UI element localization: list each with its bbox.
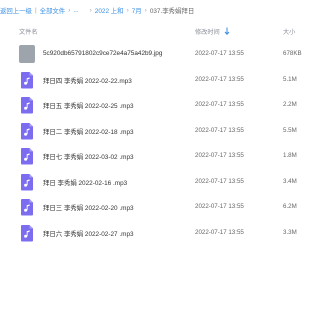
file-row[interactable]: 拜日 李秀娟 2022-02-16 .mp3 2022-07-17 13:55 3.…: [0, 170, 326, 194]
file-size: 3.3M: [283, 228, 297, 236]
file-size: 5.1M: [283, 75, 297, 83]
sort-down-icon[interactable]: [224, 27, 230, 35]
file-name[interactable]: 拜日三 李秀娟 2022-02-20 .mp3: [43, 203, 134, 212]
breadcrumb-divider: |: [34, 6, 37, 14]
file-row[interactable]: 拜日四 李秀娟 2022-02-22.mp3 2022-07-17 13:55 5.…: [0, 68, 326, 92]
audio-file-icon: [21, 97, 33, 114]
file-modified-time: 2022-07-17 13:55: [195, 152, 244, 159]
breadcrumb-separator: ›: [126, 6, 129, 14]
file-name[interactable]: 拜日四 李秀娟 2022-02-22.mp3: [43, 76, 132, 85]
file-name[interactable]: 拜日六 李秀娟 2022-02-27 .mp3: [43, 229, 134, 238]
file-size: 6.2M: [283, 203, 297, 210]
breadcrumb-separator: ›: [68, 6, 71, 14]
file-modified-time: 2022-07-17 13:55: [195, 177, 244, 185]
file-modified-time: 2022-07-17 13:55: [195, 101, 244, 108]
file-size: 1.8M: [283, 152, 297, 159]
audio-file-icon: [21, 224, 33, 241]
breadcrumb: 返回上一级 | 全部文件 › ... › 2022 上和 › 7月 › 037.…: [0, 4, 326, 16]
audio-file-icon: [21, 199, 33, 216]
file-size: 5.5M: [283, 126, 297, 134]
file-name[interactable]: 拜日五 李秀娟 2022-02-25 .mp3: [43, 101, 134, 110]
file-row[interactable]: image-thumbnail 5c920db65791802c9ce72e4a7…: [0, 42, 326, 66]
file-row[interactable]: 拜日五 李秀娟 2022-02-25 .mp3 2022-07-17 13:55 2…: [0, 93, 326, 117]
file-modified-time: 2022-07-17 13:55: [195, 228, 244, 236]
file-name[interactable]: 拜日七 李秀娟 2022-03-02 .mp3: [43, 152, 134, 161]
column-header-name[interactable]: 文件名: [19, 27, 38, 36]
file-name[interactable]: 5c920db65791802c9ce72e4a75a42b9.jpg: [43, 50, 162, 57]
image-thumbnail-icon: image-thumbnail: [19, 45, 35, 63]
file-list-header: 文件名 修改时间 大小: [0, 24, 326, 38]
breadcrumb-current-folder: 037.李秀娟拜日: [149, 7, 195, 15]
breadcrumb-year-folder[interactable]: 2022 上和: [95, 6, 124, 15]
file-row[interactable]: 拜日二 李秀娟 2022-02-18 .mp3 2022-07-17 13:55 5…: [0, 119, 326, 143]
audio-file-icon: [21, 71, 33, 88]
file-name[interactable]: 拜日 李秀娟 2022-02-16 .mp3: [43, 178, 127, 187]
breadcrumb-month-folder[interactable]: 7月: [132, 6, 142, 15]
audio-file-icon: [21, 173, 33, 190]
column-header-modified[interactable]: 修改时间: [195, 27, 220, 36]
breadcrumb-ellipsis[interactable]: ...: [73, 7, 78, 14]
file-modified-time: 2022-07-17 13:55: [195, 126, 244, 134]
file-modified-time: 2022-07-17 13:55: [195, 203, 244, 210]
file-modified-time: 2022-07-17 13:55: [195, 75, 244, 83]
file-name[interactable]: 拜日二 李秀娟 2022-02-18 .mp3: [43, 127, 134, 136]
file-size: 2.2M: [283, 101, 297, 108]
file-row[interactable]: 拜日三 李秀娟 2022-02-20 .mp3 2022-07-17 13:55 6…: [0, 195, 326, 219]
breadcrumb-separator: ›: [89, 6, 92, 14]
column-header-size[interactable]: 大小: [283, 27, 295, 36]
audio-file-icon: [21, 148, 33, 165]
file-size: 3.4M: [283, 177, 297, 185]
file-row[interactable]: 拜日六 李秀娟 2022-02-27 .mp3 2022-07-17 13:55 3…: [0, 221, 326, 245]
file-modified-time: 2022-07-17 13:55: [195, 50, 244, 57]
breadcrumb-separator: ›: [144, 6, 147, 14]
back-link[interactable]: 返回上一级: [0, 6, 32, 15]
breadcrumb-all-files[interactable]: 全部文件: [40, 6, 66, 15]
file-row[interactable]: 拜日七 李秀娟 2022-03-02 .mp3 2022-07-17 13:55 1…: [0, 144, 326, 168]
audio-file-icon: [21, 122, 33, 139]
file-size: 678KB: [283, 50, 302, 57]
